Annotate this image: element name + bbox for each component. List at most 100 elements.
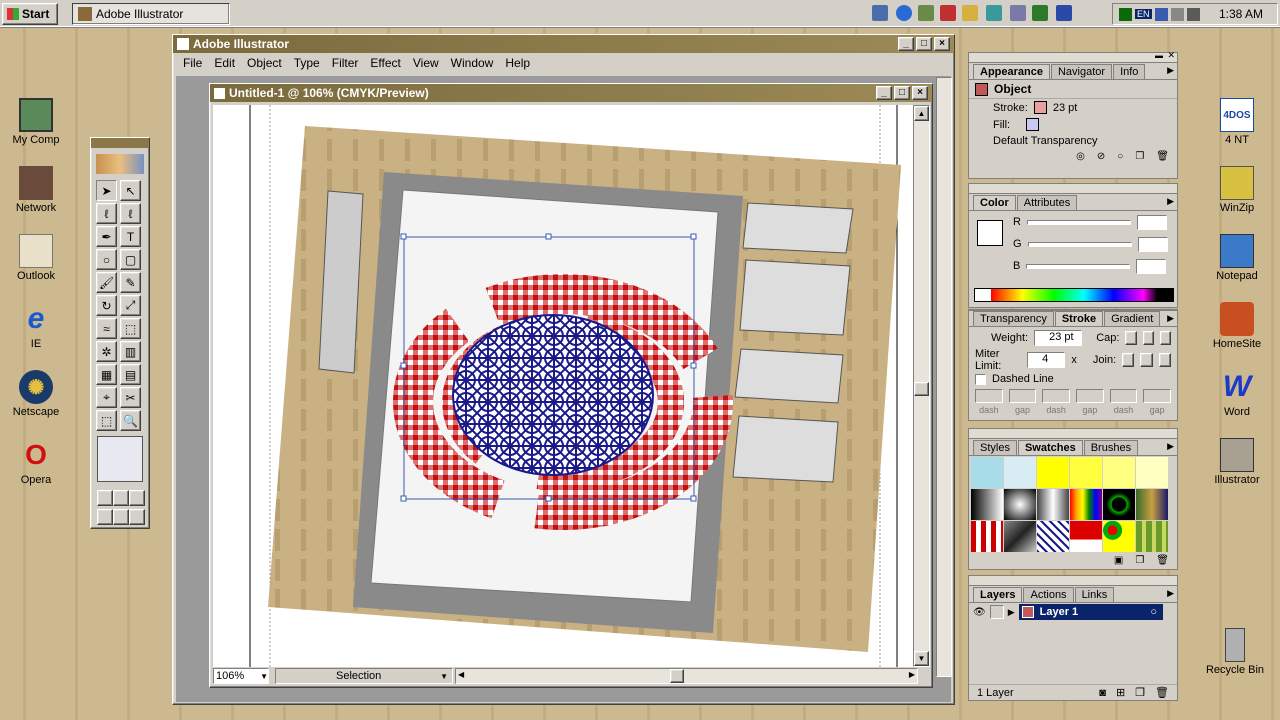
r-value-field[interactable] xyxy=(1136,214,1167,230)
weight-field[interactable]: 23 pt xyxy=(1034,330,1083,346)
4dos-icon[interactable] xyxy=(1032,5,1048,21)
vertical-scroll-thumb[interactable] xyxy=(914,382,929,396)
swatch-1[interactable] xyxy=(971,457,1003,488)
doc-close-button[interactable]: × xyxy=(912,86,928,100)
warp-tool[interactable]: ≈ xyxy=(96,318,117,339)
desktop-icon-my-computer[interactable]: My Comp xyxy=(1,98,71,146)
desktop-icon-outlook[interactable]: Outlook xyxy=(1,234,71,282)
round-cap-button[interactable] xyxy=(1142,331,1154,345)
swatch-7[interactable] xyxy=(971,489,1003,520)
green-tray-icon[interactable] xyxy=(1119,7,1132,21)
menu-view[interactable]: View xyxy=(407,56,445,70)
desktop-icon-homesite[interactable]: HomeSite xyxy=(1202,302,1272,350)
slice-tool[interactable]: ⬚ xyxy=(96,410,117,431)
tools-icon[interactable] xyxy=(918,5,934,21)
folder-icon[interactable] xyxy=(962,5,978,21)
rotate-tool[interactable]: ↻ xyxy=(96,295,117,316)
duplicate-item-icon[interactable]: ❐ xyxy=(1135,151,1144,162)
clear-appearance-icon[interactable]: ⊘ xyxy=(1097,151,1105,162)
full-screen-menu-button[interactable] xyxy=(113,509,129,525)
bevel-join-button[interactable] xyxy=(1158,353,1171,367)
color-panel-menu-icon[interactable]: ▶ xyxy=(1167,196,1174,207)
round-join-button[interactable] xyxy=(1140,353,1153,367)
scroll-up-arrow[interactable]: ▲ xyxy=(914,106,929,121)
swatch-5[interactable] xyxy=(1103,457,1135,488)
fill-swatch-icon[interactable] xyxy=(1026,118,1040,131)
full-screen-button[interactable] xyxy=(129,509,145,525)
desktop-icon-word[interactable]: W Word xyxy=(1202,370,1272,418)
delete-layer-icon[interactable]: 🗑 xyxy=(1155,686,1169,699)
zoom-dropdown-icon[interactable]: ▼ xyxy=(260,672,268,681)
menu-object[interactable]: Object xyxy=(241,56,288,70)
word-icon[interactable] xyxy=(1056,5,1072,21)
expand-triangle-icon[interactable]: ▶ xyxy=(1008,607,1015,618)
desktop-icon-network[interactable]: Network xyxy=(1,166,71,214)
gradient-tool[interactable]: ▤ xyxy=(120,364,141,385)
status-field[interactable]: Selection ▼ xyxy=(275,668,453,684)
direct-lasso-tool[interactable]: ℓ xyxy=(120,203,141,224)
lock-toggle[interactable] xyxy=(989,605,1004,619)
selection-tool[interactable]: ➤ xyxy=(96,180,117,201)
new-art-basic-icon[interactable]: ◎ xyxy=(1076,151,1085,162)
dash-field-2[interactable] xyxy=(1042,389,1071,403)
zoom-tool[interactable]: 🔍 xyxy=(120,410,141,431)
paintbrush-tool[interactable]: 🖌 xyxy=(96,272,117,293)
desktop-icon-illustrator[interactable]: Illustrator xyxy=(1202,438,1272,486)
network-tray-icon[interactable] xyxy=(1186,7,1200,21)
dashed-line-checkbox[interactable] xyxy=(975,373,986,385)
none-mode-button[interactable] xyxy=(129,490,145,506)
network-icon[interactable] xyxy=(986,5,1002,21)
gradient-mode-button[interactable] xyxy=(113,490,129,506)
butt-cap-button[interactable] xyxy=(1125,331,1137,345)
new-swatch-icon[interactable]: ❐ xyxy=(1135,555,1144,566)
type-tool[interactable]: T xyxy=(120,226,141,247)
volume-icon[interactable] xyxy=(1170,7,1184,21)
delete-item-icon[interactable]: 🗑 xyxy=(1156,151,1169,162)
swatch-2[interactable] xyxy=(1004,457,1036,488)
swatch-3[interactable] xyxy=(1037,457,1069,488)
monitor-icon[interactable] xyxy=(1010,5,1026,21)
horizontal-scrollbar[interactable]: ◀ ▶ xyxy=(455,668,918,684)
color-spectrum-bar[interactable] xyxy=(974,288,1174,302)
panel-menu-icon[interactable]: ▶ xyxy=(1167,65,1174,76)
scroll-left-arrow[interactable]: ◀ xyxy=(458,670,464,679)
scale-tool[interactable]: ⤢ xyxy=(120,295,141,316)
menu-window[interactable]: Window xyxy=(445,56,500,70)
show-swatch-kinds-icon[interactable]: ▣ xyxy=(1114,555,1123,566)
miter-limit-field[interactable]: 4 xyxy=(1027,352,1066,368)
color-panel-bar[interactable] xyxy=(969,184,1177,194)
scroll-right-arrow[interactable]: ▶ xyxy=(909,670,915,679)
taskbar-item-illustrator[interactable]: Adobe Illustrator xyxy=(72,3,230,25)
start-button[interactable]: Start xyxy=(2,3,58,25)
symbol-sprayer-tool[interactable]: ✲ xyxy=(96,341,117,362)
tab-actions[interactable]: Actions xyxy=(1023,587,1074,602)
media-icon[interactable] xyxy=(940,5,956,21)
stroke-panel-menu-icon[interactable]: ▶ xyxy=(1167,313,1174,324)
mesh-tool[interactable]: ▦ xyxy=(96,364,117,385)
ie-icon[interactable] xyxy=(896,5,912,21)
swatch-6[interactable] xyxy=(1136,457,1168,488)
scroll-down-arrow[interactable]: ▼ xyxy=(914,651,929,666)
tab-navigator[interactable]: Navigator xyxy=(1050,64,1113,79)
swatch-14[interactable] xyxy=(1004,521,1036,552)
close-button[interactable]: × xyxy=(934,37,950,51)
desktop-icon-notepad[interactable]: Notepad xyxy=(1202,234,1272,282)
tab-styles[interactable]: Styles xyxy=(973,440,1017,455)
scissors-tool[interactable]: ✂ xyxy=(120,387,141,408)
swatches-panel-bar[interactable] xyxy=(969,429,1177,439)
dash-field-3[interactable] xyxy=(1109,389,1138,403)
swatch-17[interactable] xyxy=(1103,521,1135,552)
swatch-11[interactable] xyxy=(1103,489,1135,520)
g-slider[interactable] xyxy=(1027,241,1132,247)
zoom-field[interactable]: 106% ▼ xyxy=(213,668,269,684)
display-icon[interactable] xyxy=(1154,7,1168,21)
tab-gradient[interactable]: Gradient xyxy=(1104,311,1161,326)
rounded-rect-tool[interactable]: ▢ xyxy=(120,249,141,270)
swatch-9[interactable] xyxy=(1037,489,1069,520)
make-clipping-mask-icon[interactable]: ◙ xyxy=(1099,687,1106,699)
tab-swatches[interactable]: Swatches xyxy=(1017,440,1083,455)
menu-edit[interactable]: Edit xyxy=(208,56,241,70)
swatch-16[interactable] xyxy=(1070,521,1102,552)
tab-appearance[interactable]: Appearance xyxy=(973,64,1050,79)
dash-field-1[interactable] xyxy=(975,389,1003,403)
